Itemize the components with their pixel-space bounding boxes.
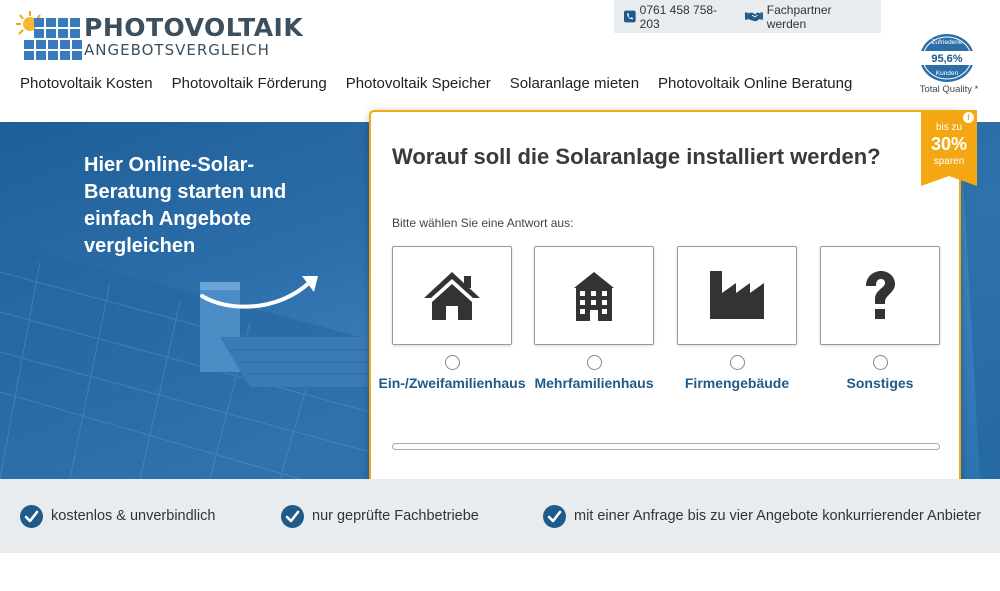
option-ein-zweifamilienhaus[interactable]: Ein-/Zweifamilienhaus	[378, 246, 526, 391]
contact-bar: 0761 458 758-203 Fachpartner werden	[614, 0, 881, 33]
radio-button[interactable]	[872, 355, 888, 370]
option-tile[interactable]	[534, 246, 654, 345]
nav-item-online-beratung[interactable]: Photovoltaik Online Beratung	[658, 75, 852, 92]
hero-title: Hier Online-Solar-Beratung starten und e…	[84, 154, 287, 257]
badge-bottom-text: Kunden	[936, 70, 959, 77]
nav-item-speicher[interactable]: Photovoltaik Speicher	[346, 75, 491, 92]
checkmark-circle-icon	[20, 504, 43, 528]
curved-arrow-icon	[200, 276, 318, 309]
feature-text: nur geprüfte Fachbetriebe	[312, 508, 479, 524]
radio-button[interactable]	[444, 355, 460, 370]
ribbon-line2: 30%	[930, 134, 968, 154]
nav-item-kosten[interactable]: Photovoltaik Kosten	[20, 75, 153, 92]
house-icon	[424, 271, 480, 320]
logo-title: PHOTOVOLTAIK	[84, 13, 304, 42]
customer-satisfaction-seal-icon: Zufriedene 95,6% Kunden	[920, 34, 974, 82]
option-label[interactable]: Sonstiges	[800, 375, 960, 391]
option-label[interactable]: Mehrfamilienhaus	[514, 375, 674, 391]
option-tile[interactable]	[677, 246, 797, 345]
handshake-icon	[744, 12, 763, 22]
quality-badge[interactable]: Zufriedene 95,6% Kunden Total Quality *	[917, 33, 978, 95]
site-logo[interactable]: PHOTOVOLTAIK ANGEBOTSVERGLEICH	[16, 10, 303, 60]
radio-button[interactable]	[586, 355, 602, 370]
radio-button[interactable]	[729, 355, 745, 370]
option-label[interactable]: Firmengebäude	[657, 375, 817, 391]
answer-options: Ein-/Zweifamilienhaus Mehrfamilienhaus F…	[378, 246, 942, 396]
feature-text: mit einer Anfrage bis zu vier Angebote k…	[574, 508, 982, 524]
feature-item: mit einer Anfrage bis zu vier Angebote k…	[543, 479, 981, 553]
badge-label: Total Quality *	[919, 84, 979, 95]
option-firmengebaeude[interactable]: Firmengebäude	[677, 246, 797, 391]
option-label[interactable]: Ein-/Zweifamilienhaus	[372, 375, 532, 391]
nav-item-foerderung[interactable]: Photovoltaik Förderung	[172, 75, 327, 92]
partner-label: Fachpartner werden	[766, 2, 832, 31]
badge-value: 95,6%	[931, 53, 962, 65]
badge-top-text: Zufriedene	[931, 39, 962, 46]
option-mehrfamilienhaus[interactable]: Mehrfamilienhaus	[534, 246, 654, 391]
partner-link[interactable]: Fachpartner werden	[744, 2, 863, 31]
question-hint: Bitte wählen Sie eine Antwort aus:	[392, 216, 574, 230]
info-icon[interactable]: i	[963, 112, 974, 123]
feature-item: kostenlos & unverbindlich	[20, 479, 215, 553]
feature-text: kostenlos & unverbindlich	[51, 508, 216, 524]
apartment-building-icon	[574, 271, 614, 321]
ribbon-line3: sparen	[933, 156, 965, 167]
nav-item-mieten[interactable]: Solaranlage mieten	[510, 75, 639, 92]
feature-item: nur geprüfte Fachbetriebe	[281, 479, 479, 553]
logo-subtitle: ANGEBOTSVERGLEICH	[84, 41, 270, 59]
option-tile[interactable]	[820, 246, 940, 345]
progress-bar	[392, 443, 940, 450]
phone-icon	[624, 10, 636, 23]
phone-number: 0761 458 758-203	[639, 2, 718, 31]
checkmark-circle-icon	[543, 504, 566, 528]
question-card: Worauf soll die Solaranlage installiert …	[369, 110, 961, 491]
main-navigation: Photovoltaik Kosten Photovoltaik Förderu…	[20, 75, 871, 92]
question-title: Worauf soll die Solaranlage installiert …	[392, 144, 881, 169]
option-tile[interactable]	[392, 246, 512, 345]
features-bar: kostenlos & unverbindlich nur geprüfte F…	[0, 479, 1000, 553]
phone-link[interactable]: 0761 458 758-203	[624, 3, 727, 31]
factory-icon	[710, 270, 764, 319]
ribbon-line1: bis zu	[935, 122, 963, 133]
question-mark-icon	[866, 270, 895, 319]
solar-panel-icon	[24, 18, 82, 60]
site-header: PHOTOVOLTAIK ANGEBOTSVERGLEICH 0761 458 …	[0, 0, 1000, 122]
option-sonstiges[interactable]: Sonstiges	[820, 246, 940, 391]
checkmark-circle-icon	[281, 504, 304, 528]
